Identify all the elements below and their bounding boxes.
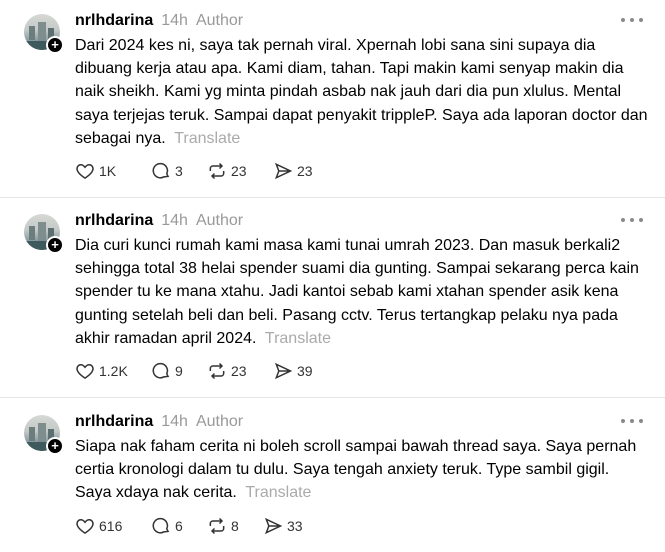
post-header: nrlhdarina 14h Author (75, 10, 243, 32)
post-time[interactable]: 14h (161, 12, 188, 30)
repost-button[interactable]: 8 (207, 516, 263, 536)
follow-plus-icon[interactable]: + (46, 36, 64, 54)
share-count: 23 (297, 163, 313, 179)
reply-count: 9 (175, 363, 183, 379)
username[interactable]: nrlhdarina (75, 12, 153, 30)
post-body: Siapa nak faham cerita ni boleh scroll s… (75, 438, 637, 502)
author-label: Author (195, 413, 244, 430)
like-button[interactable]: 1.2K (75, 361, 151, 381)
reply-button[interactable]: 6 (151, 516, 207, 536)
follow-plus-icon[interactable]: + (46, 236, 64, 254)
share-count: 39 (297, 363, 313, 379)
repost-count: 23 (231, 363, 247, 379)
more-options-icon[interactable] (621, 12, 643, 28)
post-header: nrlhdarina 14h Author (75, 210, 243, 232)
more-options-icon[interactable] (621, 212, 643, 228)
post-actions: 616 6 8 33 (75, 515, 303, 537)
translate-link[interactable]: Translate (174, 130, 240, 147)
share-button[interactable]: 33 (263, 516, 303, 536)
send-icon (264, 517, 283, 535)
comment-icon (152, 517, 170, 534)
repost-button[interactable]: 23 (207, 361, 273, 381)
follow-plus-icon[interactable]: + (46, 437, 64, 455)
reply-button[interactable]: 9 (151, 361, 207, 381)
post-text: Dia curi kunci rumah kami masa kami tuna… (75, 234, 650, 350)
repost-button[interactable]: 23 (207, 161, 273, 181)
heart-icon (76, 163, 94, 179)
like-button[interactable]: 1K (75, 161, 151, 181)
reply-count: 6 (175, 518, 183, 534)
send-icon (274, 162, 293, 180)
like-count: 1.2K (99, 363, 128, 379)
heart-icon (76, 518, 94, 534)
divider (0, 397, 665, 398)
repost-icon (209, 362, 225, 380)
heart-icon (76, 363, 94, 379)
avatar[interactable]: + (24, 14, 64, 54)
reply-count: 3 (175, 163, 183, 179)
share-button[interactable]: 39 (273, 361, 313, 381)
translate-link[interactable]: Translate (245, 484, 311, 501)
repost-count: 8 (231, 518, 239, 534)
divider (0, 197, 665, 198)
author-label: Author (195, 12, 244, 29)
like-button[interactable]: 616 (75, 516, 151, 536)
avatar[interactable]: + (24, 214, 64, 254)
post-body: Dia curi kunci rumah kami masa kami tuna… (75, 237, 639, 347)
repost-icon (209, 162, 225, 180)
comment-icon (152, 362, 170, 379)
repost-icon (209, 517, 225, 535)
post-time[interactable]: 14h (161, 413, 188, 431)
post-time[interactable]: 14h (161, 212, 188, 230)
username[interactable]: nrlhdarina (75, 413, 153, 431)
translate-link[interactable]: Translate (265, 330, 331, 347)
share-count: 33 (287, 518, 303, 534)
like-count: 1K (99, 163, 117, 179)
author-label: Author (195, 212, 244, 229)
username[interactable]: nrlhdarina (75, 212, 153, 230)
post-header: nrlhdarina 14h Author (75, 411, 243, 433)
more-options-icon[interactable] (621, 413, 643, 429)
send-icon (274, 362, 293, 380)
like-count: 616 (99, 518, 123, 534)
post-body: Dari 2024 kes ni, saya tak pernah viral.… (75, 37, 648, 147)
post-actions: 1K 3 23 23 (75, 160, 313, 182)
post-actions: 1.2K 9 23 39 (75, 360, 313, 382)
repost-count: 23 (231, 163, 247, 179)
post-text: Siapa nak faham cerita ni boleh scroll s… (75, 435, 650, 505)
post-text: Dari 2024 kes ni, saya tak pernah viral.… (75, 34, 650, 150)
comment-icon (152, 162, 170, 179)
avatar[interactable]: + (24, 415, 64, 455)
reply-button[interactable]: 3 (151, 161, 207, 181)
share-button[interactable]: 23 (273, 161, 313, 181)
